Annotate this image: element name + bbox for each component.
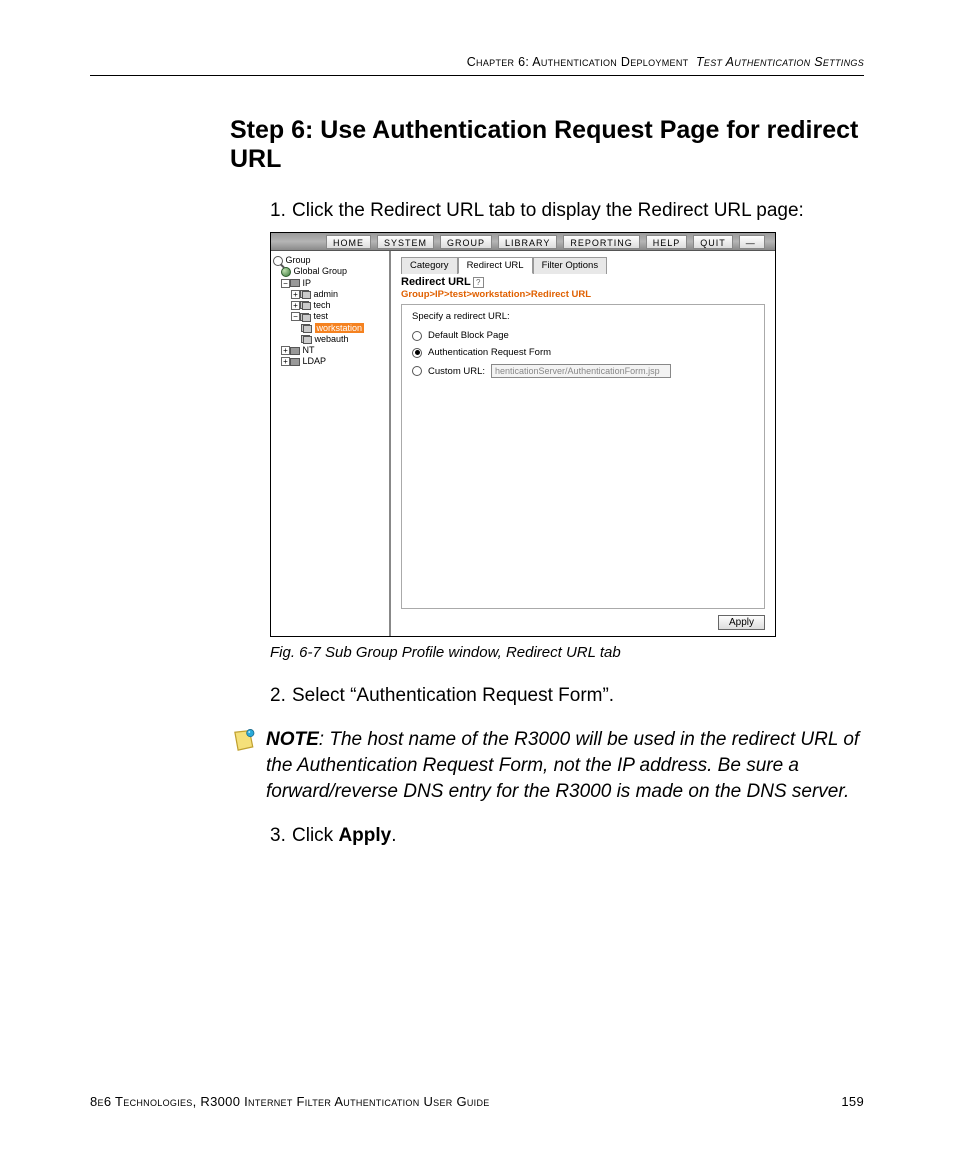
magnifier-icon xyxy=(273,256,283,266)
radio-auth-request-label: Authentication Request Form xyxy=(428,347,551,358)
footer-page-number: 159 xyxy=(841,1094,864,1109)
tree-panel: Group Global Group − IP + admin + tech −… xyxy=(271,251,391,636)
panel-title: Redirect URL xyxy=(401,276,471,288)
step-1: 1.Click the Redirect URL tab to display … xyxy=(270,198,864,224)
menu-group[interactable]: GROUP xyxy=(440,235,492,249)
subgroup-icon xyxy=(301,324,312,333)
tree-test[interactable]: − test xyxy=(273,311,387,322)
step-1-number: 1. xyxy=(270,198,292,224)
custom-url-input[interactable] xyxy=(491,364,671,378)
tree-workstation[interactable]: workstation xyxy=(273,323,387,334)
folder-icon xyxy=(290,358,300,366)
group-icon xyxy=(300,290,311,299)
plus-icon[interactable]: + xyxy=(281,346,290,355)
tab-filter-options[interactable]: Filter Options xyxy=(533,257,608,274)
note-text: NOTE: The host name of the R3000 will be… xyxy=(266,727,864,804)
menu-extra[interactable]: — xyxy=(739,235,765,249)
radio-custom-url[interactable]: Custom URL: xyxy=(412,364,754,378)
folder-icon xyxy=(290,347,300,355)
help-icon[interactable]: ? xyxy=(473,277,484,288)
tree-nt[interactable]: + NT xyxy=(273,345,387,356)
step-heading: Step 6: Use Authentication Request Page … xyxy=(90,116,864,174)
plus-icon[interactable]: + xyxy=(291,301,300,310)
footer-left: 8e6 Technologies, R3000 Internet Filter … xyxy=(90,1094,490,1109)
apply-button[interactable]: Apply xyxy=(718,615,765,630)
tree-ip[interactable]: − IP xyxy=(273,278,387,289)
subgroup-icon xyxy=(301,335,312,344)
step-2: 2.Select “Authentication Request Form”. xyxy=(270,683,864,709)
panel-title-row: Redirect URL? xyxy=(401,276,765,288)
radio-icon[interactable] xyxy=(412,366,422,376)
step-3-bold: Apply xyxy=(338,825,391,846)
radio-auth-request[interactable]: Authentication Request Form xyxy=(412,347,754,358)
header-section: Test Authentication Settings xyxy=(696,55,864,69)
plus-icon[interactable]: + xyxy=(291,290,300,299)
menu-system[interactable]: SYSTEM xyxy=(377,235,434,249)
header-chapter: Chapter 6: Authentication Deployment xyxy=(467,55,689,69)
group-icon xyxy=(300,301,311,310)
tab-row: Category Redirect URL Filter Options xyxy=(401,257,765,274)
tab-category[interactable]: Category xyxy=(401,257,458,274)
note-icon xyxy=(230,729,256,755)
step-2-text: Select “Authentication Request Form”. xyxy=(292,685,614,706)
note-block: NOTE: The host name of the R3000 will be… xyxy=(90,727,864,804)
specify-label: Specify a redirect URL: xyxy=(412,311,754,322)
folder-icon xyxy=(290,279,300,287)
radio-icon-selected[interactable] xyxy=(412,348,422,358)
radio-custom-url-label: Custom URL: xyxy=(428,366,485,377)
note-label: NOTE xyxy=(266,729,319,750)
radio-default-block-label: Default Block Page xyxy=(428,330,509,341)
tree-tech[interactable]: + tech xyxy=(273,300,387,311)
minus-icon[interactable]: − xyxy=(291,312,300,321)
menu-reporting[interactable]: REPORTING xyxy=(563,235,639,249)
step-1-text: Click the Redirect URL tab to display th… xyxy=(292,200,804,221)
tree-ldap[interactable]: + LDAP xyxy=(273,356,387,367)
group-icon xyxy=(300,313,311,322)
running-header: Chapter 6: Authentication Deployment Tes… xyxy=(90,55,864,76)
step-3: 3.Click Apply. xyxy=(270,823,864,849)
app-window: HOME SYSTEM GROUP LIBRARY REPORTING HELP… xyxy=(270,232,776,637)
menu-bar: HOME SYSTEM GROUP LIBRARY REPORTING HELP… xyxy=(271,233,775,251)
screenshot-figure: HOME SYSTEM GROUP LIBRARY REPORTING HELP… xyxy=(270,232,864,661)
menu-library[interactable]: LIBRARY xyxy=(498,235,557,249)
radio-icon[interactable] xyxy=(412,331,422,341)
content-panel: Category Redirect URL Filter Options Red… xyxy=(391,251,775,636)
tree-webauth[interactable]: webauth xyxy=(273,334,387,345)
tab-redirect-url[interactable]: Redirect URL xyxy=(458,257,533,274)
tree-global-group[interactable]: Global Group xyxy=(273,266,387,277)
figure-caption: Fig. 6-7 Sub Group Profile window, Redir… xyxy=(270,644,864,661)
tree-admin[interactable]: + admin xyxy=(273,289,387,300)
menu-home[interactable]: HOME xyxy=(326,235,371,249)
selected-node-label: workstation xyxy=(315,323,365,333)
tree-root[interactable]: Group xyxy=(273,255,387,266)
note-body: : The host name of the R3000 will be use… xyxy=(266,729,859,802)
menu-help[interactable]: HELP xyxy=(646,235,688,249)
redirect-url-form: Specify a redirect URL: Default Block Pa… xyxy=(401,304,765,609)
radio-default-block[interactable]: Default Block Page xyxy=(412,330,754,341)
minus-icon[interactable]: − xyxy=(281,279,290,288)
step-2-number: 2. xyxy=(270,683,292,709)
page-footer: 8e6 Technologies, R3000 Internet Filter … xyxy=(90,1094,864,1109)
plus-icon[interactable]: + xyxy=(281,357,290,366)
step-3-number: 3. xyxy=(270,823,292,849)
globe-icon xyxy=(281,267,291,277)
step-3-prefix: Click xyxy=(292,825,338,846)
apply-row: Apply xyxy=(401,609,765,630)
breadcrumb: Group>IP>test>workstation>Redirect URL xyxy=(401,289,765,300)
menu-quit[interactable]: QUIT xyxy=(693,235,733,249)
step-3-suffix: . xyxy=(391,825,396,846)
